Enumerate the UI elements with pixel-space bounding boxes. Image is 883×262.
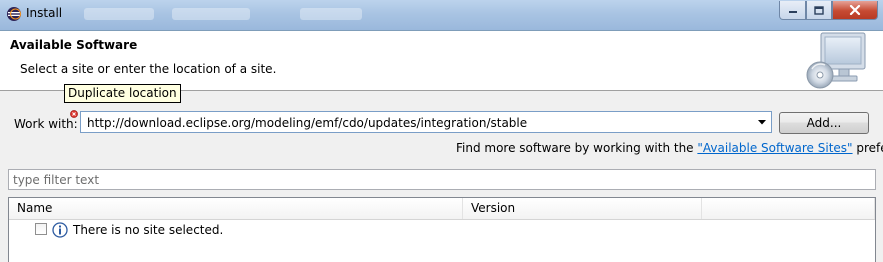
find-more-text: Find more software by working with the "… [456, 141, 883, 155]
page-description: Select a site or enter the location of a… [20, 62, 277, 76]
work-with-label: Work with: [14, 117, 78, 131]
column-header-name[interactable]: Name [9, 198, 463, 219]
column-header-version[interactable]: Version [463, 198, 702, 219]
add-site-button[interactable]: Add... [779, 112, 869, 134]
work-with-combo[interactable]: http://download.eclipse.org/modeling/emf… [80, 111, 772, 133]
work-with-value[interactable]: http://download.eclipse.org/modeling/emf… [87, 116, 527, 130]
table-header: Name Version [9, 198, 875, 220]
install-dialog: Install Available Software Select a site… [0, 0, 883, 262]
wizard-header: Available Software Select a site or ente… [0, 31, 883, 89]
eclipse-icon [7, 7, 21, 21]
chevron-down-icon [758, 119, 766, 124]
column-header-filler [702, 198, 875, 219]
close-icon [849, 5, 861, 15]
duplicate-location-tooltip: Duplicate location [64, 84, 181, 103]
table-row[interactable]: There is no site selected. [9, 220, 875, 240]
row-checkbox[interactable] [35, 223, 47, 235]
install-wizard-banner-icon [806, 32, 866, 89]
title-bar: Install [0, 0, 883, 31]
window-title: Install [26, 6, 63, 20]
title-ghost [84, 8, 154, 20]
row-label: There is no site selected. [73, 223, 224, 237]
software-table[interactable]: Name Version There is no site selected. [8, 197, 876, 262]
close-button[interactable] [832, 1, 878, 20]
find-more-suffix: preferences. [856, 141, 883, 155]
title-ghost [172, 8, 250, 20]
find-more-prefix: Find more software by working with the [456, 141, 698, 155]
title-ghost [300, 8, 362, 20]
error-decoration-icon [70, 110, 78, 118]
minimize-button[interactable] [779, 1, 806, 20]
filter-input[interactable] [8, 169, 876, 190]
combo-dropdown-button[interactable] [753, 112, 771, 132]
available-software-sites-link[interactable]: "Available Software Sites" [697, 141, 852, 155]
maximize-icon [814, 5, 824, 15]
minimize-icon [788, 11, 797, 13]
info-icon [52, 222, 68, 238]
maximize-button[interactable] [806, 1, 832, 20]
page-title: Available Software [10, 38, 138, 52]
